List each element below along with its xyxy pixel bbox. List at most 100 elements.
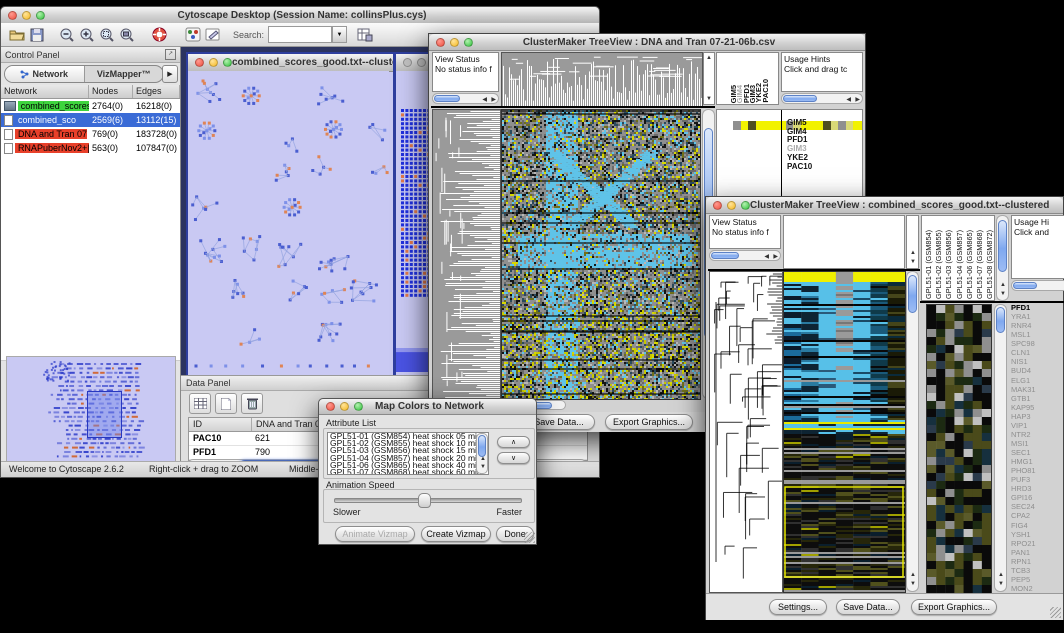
close-button[interactable] [403,58,412,67]
gene-label[interactable]: CPA2 [1011,511,1063,520]
gene-label[interactable]: YSH1 [1011,530,1063,539]
attribute-browser-icon[interactable] [355,25,375,44]
network-table-row[interactable]: combined_scores2764(0)16218(0) [1,99,180,113]
treeview2-heatmap-vscrollbar[interactable]: ▲▼ [906,271,919,592]
gene-label[interactable]: NIS1 [1011,357,1063,366]
vizmapper-icon[interactable] [183,25,203,44]
close-button[interactable] [713,201,722,210]
minimize-button[interactable] [209,58,218,67]
network-table-row[interactable]: RNAPuberNov2+|563(0)107847(0) [1,141,180,155]
tab-network[interactable]: Network [5,66,85,82]
close-button[interactable] [195,58,204,67]
zoom-button[interactable] [223,58,232,67]
gene-label[interactable]: GTB1 [1011,394,1063,403]
gene-label[interactable]: KAP95 [1011,403,1063,412]
gene-label[interactable]: MSI1 [1011,439,1063,448]
col-id[interactable]: ID [189,418,252,431]
treeview2-titlebar[interactable]: ClusterMaker TreeView : combined_scores_… [706,197,1063,214]
treeview2-usage-scrollbar[interactable] [1011,280,1064,291]
treeview1-status-scrollbar[interactable]: ◀▶ [432,93,499,104]
minimize-button[interactable] [340,402,349,411]
gene-label[interactable]: SEC1 [1011,448,1063,457]
close-button[interactable] [436,38,445,47]
delete-attribute-icon[interactable] [241,393,263,414]
float-panel-icon[interactable]: ↗ [165,49,176,60]
annotation-icon[interactable] [203,25,223,44]
save-session-button[interactable] [27,25,47,44]
treeview2-status-scrollbar[interactable]: ◀▶ [709,250,781,261]
gene-label[interactable]: PEP5 [1011,575,1063,584]
treeview2-row-dendrogram[interactable] [709,271,783,593]
gene-label[interactable]: MON2 [1011,584,1063,593]
gene-label[interactable]: MSL1 [1011,330,1063,339]
gene-label[interactable]: RNR4 [1011,321,1063,330]
search-dropdown-button[interactable]: ▼ [332,26,347,43]
treeview1-titlebar[interactable]: ClusterMaker TreeView : DNA and Tran 07-… [429,34,865,51]
treeview2-secondary-heatmap[interactable] [926,304,992,594]
zoom-button[interactable] [464,38,473,47]
close-button[interactable] [8,11,17,20]
col-network[interactable]: Network [1,85,89,98]
network-view-1[interactable] [188,71,389,372]
gene-label[interactable]: TCB3 [1011,566,1063,575]
gene-label[interactable]: RPO21 [1011,539,1063,548]
treeview1-heatmap[interactable] [501,109,701,400]
move-up-button[interactable]: ∧ [497,436,530,448]
resize-grip[interactable] [1050,607,1061,618]
gene-label[interactable]: PHO81 [1011,466,1063,475]
tab-vizmapper[interactable]: VizMapper™ [85,66,164,82]
minimize-button[interactable] [727,201,736,210]
attribute-list-scrollbar[interactable]: ▲▼ [476,433,488,474]
treeview2-scroll-strip[interactable]: ▲▼ [906,215,919,269]
close-button[interactable] [326,402,335,411]
gene-label[interactable]: BUD4 [1011,366,1063,375]
minimize-button[interactable] [417,58,426,67]
tab-overflow-button[interactable]: ▶ [162,65,178,83]
search-input[interactable] [268,26,332,43]
move-down-button[interactable]: ∨ [497,452,530,464]
save-data-button[interactable]: Save Data... [836,599,900,615]
create-vizmap-button[interactable]: Create Vizmap [421,526,491,542]
gene-label[interactable]: SEC24 [1011,502,1063,511]
treeview2-column-dendrogram[interactable] [783,215,905,269]
zoom-selected-button[interactable] [97,25,117,44]
gene-label[interactable]: SPC98 [1011,339,1063,348]
main-title-bar[interactable]: Cytoscape Desktop (Session Name: collins… [1,7,599,24]
network-window-1-titlebar[interactable]: combined_scores_good.txt--cluste... [188,54,393,72]
gene-label[interactable]: PAN1 [1011,548,1063,557]
speed-slider-thumb[interactable] [418,493,431,508]
gene-label[interactable]: CLN1 [1011,348,1063,357]
network-window-1[interactable]: combined_scores_good.txt--cluste... [186,52,395,375]
attribute-list[interactable]: GPL51-01 (GSM854) heat shock 05 minGPL51… [327,432,489,475]
gene-label[interactable]: RPN1 [1011,557,1063,566]
new-attribute-icon[interactable] [215,393,237,414]
gene-label[interactable]: MAK31 [1011,385,1063,394]
minimize-button[interactable] [22,11,31,20]
select-attributes-icon[interactable] [189,393,211,414]
treeview1-usage-scrollbar[interactable]: ◀▶ [781,93,863,104]
network-table-row[interactable]: combined_sco2569(6)13112(15) [1,113,180,127]
treeview2-labels-vscrollbar[interactable]: ▲▼ [996,215,1009,301]
network-table-row[interactable]: DNA and Tran 07769(0)183728(0) [1,127,180,141]
treeview1-label-scroll-strip[interactable]: ▲▼ [703,52,715,105]
treeview2-secondary-vscrollbar[interactable]: ▲▼ [994,304,1007,592]
gene-label[interactable]: HRD3 [1011,484,1063,493]
export-graphics-button[interactable]: Export Graphics... [605,414,693,430]
gene-label[interactable]: HAP3 [1011,412,1063,421]
zoom-button[interactable] [354,402,363,411]
gene-label[interactable]: YRA1 [1011,312,1063,321]
resize-grip[interactable] [524,532,535,543]
gene-label[interactable]: FIG4 [1011,521,1063,530]
zoom-button[interactable] [36,11,45,20]
treeview1-row-dendrogram[interactable] [432,109,501,400]
zoom-in-button[interactable] [77,25,97,44]
zoom-button[interactable] [741,201,750,210]
col-nodes[interactable]: Nodes [89,85,133,98]
gene-label[interactable]: GPI16 [1011,493,1063,502]
attribute-list-item[interactable]: GPL51-07 (GSM868) heat shock 60 min [328,469,488,475]
gene-label[interactable]: HMG1 [1011,457,1063,466]
open-session-button[interactable] [7,25,27,44]
col-edges[interactable]: Edges [133,85,180,98]
birdseye-view[interactable] [6,356,176,468]
gene-label[interactable]: NTR2 [1011,430,1063,439]
